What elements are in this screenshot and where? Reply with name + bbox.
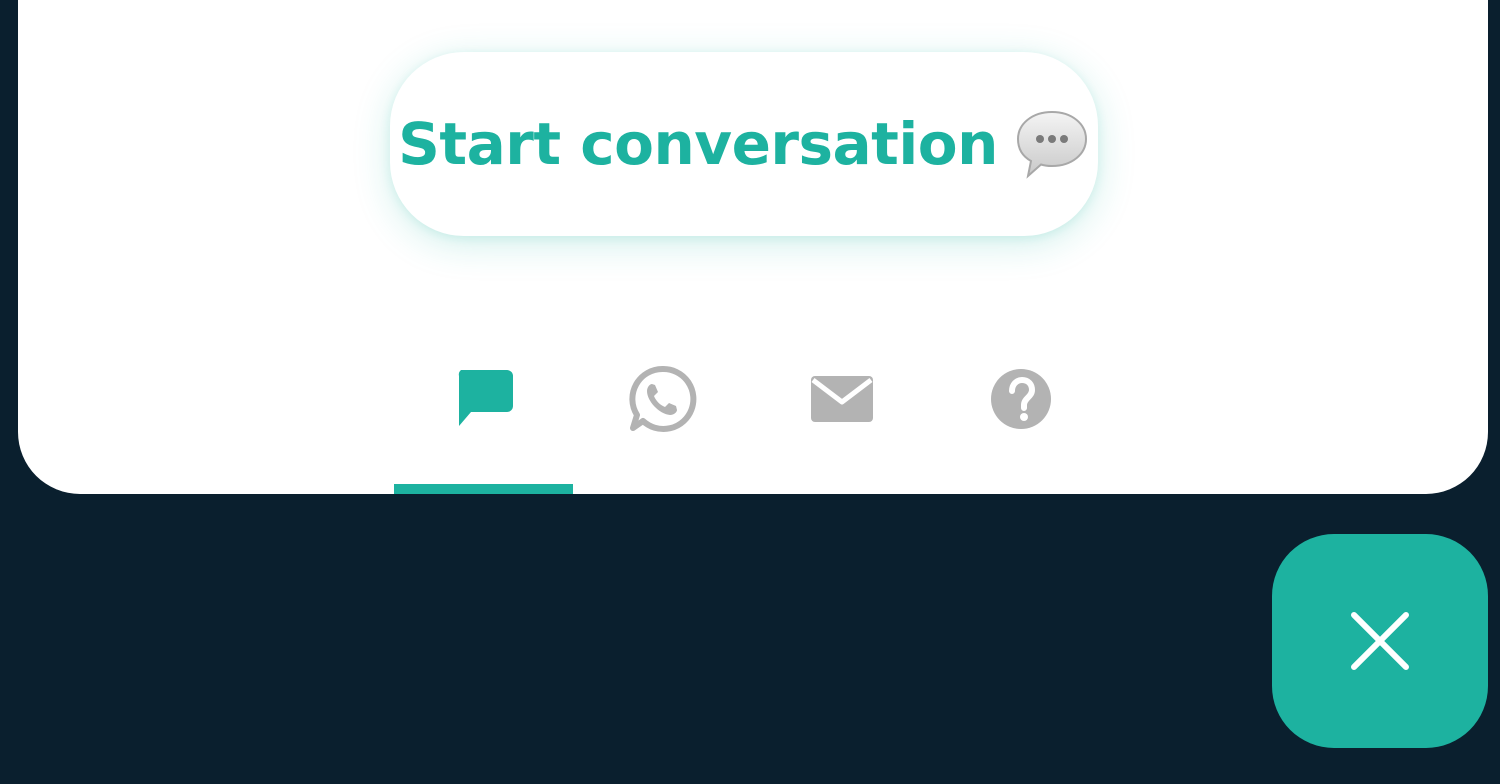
whatsapp-icon: [628, 365, 696, 432]
channel-tabs: [394, 352, 1110, 494]
close-widget-button[interactable]: [1272, 534, 1488, 748]
close-icon: [1351, 612, 1409, 670]
question-circle-icon: [990, 369, 1051, 429]
tab-whatsapp[interactable]: [573, 352, 752, 494]
speech-bubble-icon: [1016, 110, 1087, 179]
tab-email[interactable]: [752, 352, 931, 494]
envelope-icon: [810, 376, 873, 422]
chat-bubble-icon: [458, 370, 513, 426]
active-tab-indicator: [394, 484, 573, 494]
tab-chat[interactable]: [394, 352, 573, 494]
start-conversation-button[interactable]: Start conversation: [390, 52, 1098, 236]
page: Start conversation: [0, 0, 1500, 784]
tab-help[interactable]: [931, 352, 1110, 494]
chat-widget-panel: Start conversation: [18, 0, 1488, 494]
start-conversation-label: Start conversation: [398, 110, 998, 178]
